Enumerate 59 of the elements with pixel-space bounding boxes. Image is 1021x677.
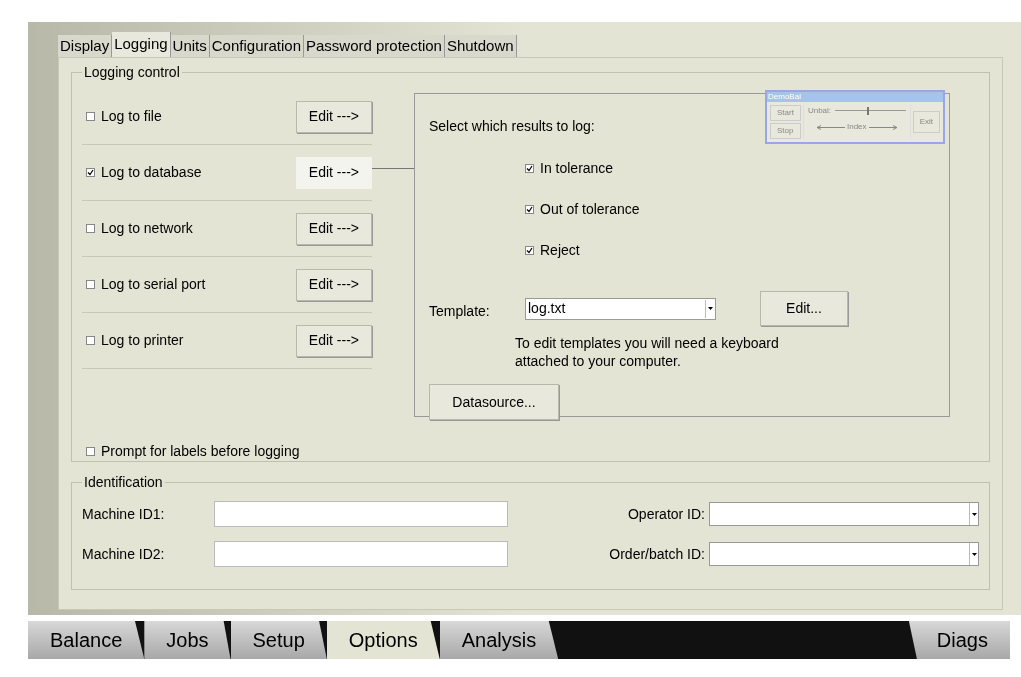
field-label: Order/batch ID: (609, 544, 705, 564)
dropdown-caret-icon (705, 299, 715, 318)
checkbox[interactable] (525, 246, 534, 255)
edit-button[interactable]: Datasource... (429, 384, 559, 420)
input-field[interactable] (214, 541, 508, 567)
checkbox[interactable] (86, 447, 95, 456)
results-heading: Select which results to log: (429, 118, 595, 134)
nav-tab[interactable]: Jobs (144, 621, 231, 659)
option-label: Log to printer (101, 331, 185, 350)
dropdown-caret-icon (969, 503, 978, 525)
template-label: Template: (429, 302, 491, 321)
option-label: Out of tolerance (540, 200, 640, 219)
preview-title: DemoBal (767, 92, 943, 102)
edit-button[interactable]: Edit ---> (295, 100, 372, 133)
input-field[interactable] (709, 542, 979, 566)
dropdown-caret-icon (969, 543, 978, 565)
nav-tab[interactable]: Diags (908, 621, 1010, 659)
option-label: In tolerance (540, 159, 614, 178)
nav-tab[interactable]: Options (326, 621, 440, 659)
checkbox[interactable] (86, 224, 95, 233)
field-label: Machine ID2: (82, 544, 166, 564)
template-dropdown[interactable]: log.txt (525, 297, 716, 320)
group-title: Identification (83, 473, 164, 492)
template-note: To edit templates you will need a keyboard attached to your computer. (515, 334, 780, 370)
field-label: Machine ID1: (82, 504, 166, 524)
group-title: Logging control (83, 63, 181, 82)
checkbox[interactable] (525, 205, 534, 214)
input-field[interactable] (709, 502, 979, 526)
index-label: Index (847, 121, 867, 133)
tab[interactable]: Shutdown (444, 35, 517, 57)
tab[interactable]: Password protection (304, 35, 445, 57)
checkbox[interactable] (86, 168, 95, 177)
checkbox[interactable] (86, 112, 95, 121)
edit-button[interactable]: Edit ---> (295, 324, 372, 357)
edit-button[interactable]: Edit ---> (295, 268, 372, 301)
tab[interactable]: Units (170, 35, 210, 57)
tab[interactable]: Logging (112, 32, 171, 57)
checkbox[interactable] (86, 280, 95, 289)
option-label: Prompt for labels before logging (101, 442, 300, 461)
option-label: Log to serial port (101, 275, 207, 294)
right-arrow-icon (868, 124, 897, 130)
option-label: Reject (540, 241, 580, 260)
checkbox[interactable] (86, 336, 95, 345)
nav-tab[interactable]: Balance (28, 621, 145, 659)
tab[interactable]: Configuration (209, 35, 304, 57)
checkbox[interactable] (525, 164, 534, 173)
nav-tab[interactable]: Analysis (439, 621, 559, 659)
edit-button[interactable]: Edit... (760, 291, 848, 326)
field-label: Operator ID: (627, 504, 705, 524)
option-label: Log to network (101, 219, 194, 238)
input-field[interactable] (214, 501, 508, 527)
tab[interactable]: Display (58, 35, 113, 57)
left-arrow-icon (817, 124, 845, 130)
unbal-label: Unbal: (807, 105, 832, 117)
edit-button[interactable]: Edit ---> (295, 156, 372, 189)
nav-tab[interactable]: Setup (230, 621, 327, 659)
option-label: Log to file (101, 107, 163, 126)
option-label: Log to database (101, 163, 203, 182)
edit-button[interactable]: Edit ---> (295, 212, 372, 245)
